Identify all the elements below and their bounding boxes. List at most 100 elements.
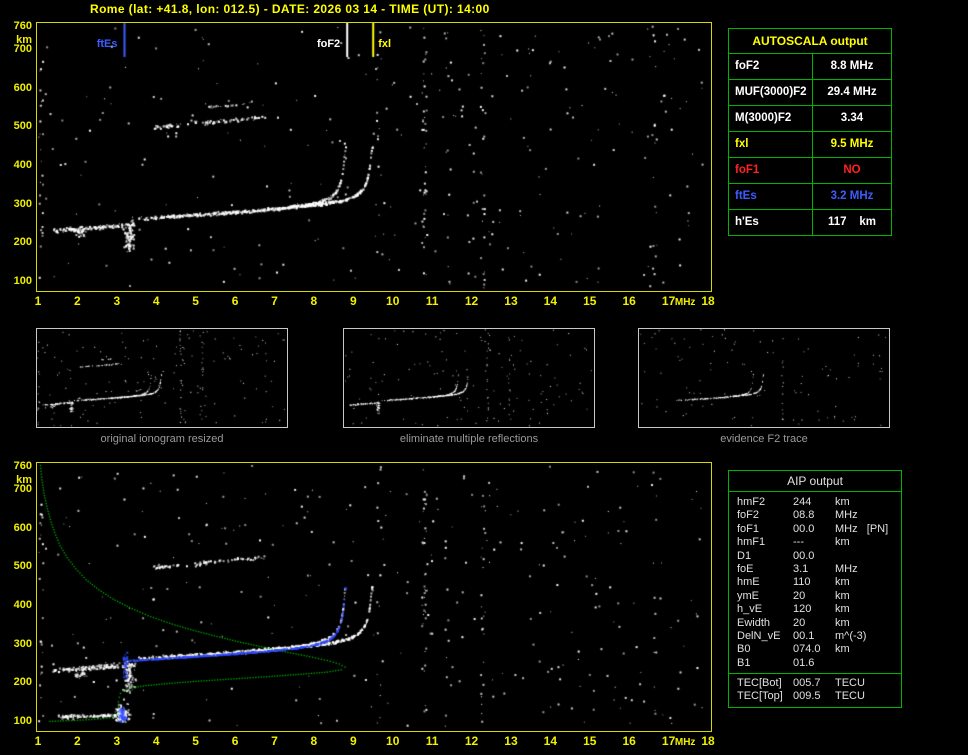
- autoscala-row-foF2: foF2 8.8 MHz: [729, 54, 891, 80]
- aip-row-unit: km: [835, 536, 850, 549]
- x-tick-label: 8: [310, 734, 318, 748]
- y-axis-unit-label: km: [16, 33, 32, 46]
- aip-row-Ewidth: Ewidth 20 km: [729, 617, 901, 630]
- aip-row-D1: D1 00.0: [729, 550, 901, 563]
- aip-row-label: hmE: [737, 576, 760, 589]
- autoscala-row-value: NO: [843, 164, 861, 176]
- aip-row-unit: km: [835, 643, 850, 656]
- autoscala-row-h'Es: h'Es 117 km: [729, 210, 891, 235]
- aip-row-value: 3.1: [793, 562, 809, 575]
- aip-row-label: foE: [737, 562, 754, 575]
- x-tick-label: 3: [113, 734, 121, 748]
- aip-row-label: D1: [737, 549, 752, 562]
- x-tick-label: 9: [349, 734, 357, 748]
- y-tick-label: 500: [13, 120, 32, 133]
- autoscala-row-value: 9.5 MHz: [830, 138, 874, 150]
- aip-row-label: Ewidth: [737, 616, 771, 629]
- autoscala-row-label: ftEs: [729, 184, 813, 209]
- aip-row-h_vE: h_vE 120 km: [729, 603, 901, 616]
- aip-row-B0: B0 074.0 km: [729, 643, 901, 656]
- aip-row-value: 00.0: [793, 549, 815, 562]
- y-tick-label: 300: [13, 637, 32, 650]
- x-tick-label: 4: [152, 294, 160, 308]
- x-tick-label: 10: [386, 294, 400, 308]
- aip-row-B1: B1 01.6: [729, 657, 901, 670]
- autoscala-row-MUF(3000)F2: MUF(3000)F2 29.4 MHz: [729, 80, 891, 106]
- aip-row-label: foF1: [737, 522, 760, 535]
- y-tick-label: 400: [13, 159, 32, 172]
- x-tick-label: 4: [152, 734, 160, 748]
- x-tick-label: 5: [192, 734, 199, 748]
- autoscala-application-window: { "header": { "title": "Rome (lat: +41.8…: [0, 0, 968, 755]
- y-tick-label: 760: [13, 19, 32, 32]
- aip-row-label: TEC[Top]: [737, 690, 783, 703]
- aip-row-value: 00.0: [793, 522, 815, 535]
- autoscala-row-value: 117 km: [828, 216, 876, 228]
- x-tick-label: 1: [34, 294, 42, 308]
- aip-row-value: 009.5: [793, 690, 821, 703]
- y-tick-label: 100: [13, 275, 32, 288]
- top-ionogram-plot: [36, 22, 712, 292]
- aip-row-DelN_vE: DelN_vE 00.1 m^(-3): [729, 630, 901, 643]
- thumbnail-original-ionogram: [36, 328, 288, 428]
- autoscala-row-ftEs: ftEs 3.2 MHz: [729, 184, 891, 210]
- marker-label-foF2: foF2: [316, 38, 341, 50]
- autoscala-row-label: h'Es: [729, 210, 813, 235]
- autoscala-panel-title: AUTOSCALA output: [729, 29, 891, 54]
- x-tick-label: 14: [543, 294, 558, 308]
- x-tick-label: 11: [425, 734, 439, 748]
- thumbnail-caption-f2-trace: evidence F2 trace: [720, 433, 808, 445]
- aip-output-panel: AIP output hmF2 244 km foF2 08.8 MHz foF1 00.0 M…: [728, 470, 902, 708]
- x-tick-label: 7: [271, 734, 278, 748]
- thumbnail-f2-trace: [638, 328, 890, 428]
- aip-row-value: 074.0: [793, 643, 821, 656]
- aip-row-unit: TECU: [835, 677, 865, 690]
- aip-row-label: foF2: [737, 509, 760, 522]
- y-tick-label: 200: [13, 236, 32, 249]
- aip-row-value: 244: [793, 496, 812, 508]
- aip-row-unit: km: [835, 576, 850, 589]
- x-tick-label: 11: [425, 294, 439, 308]
- aip-row-TEC[Top]: TEC[Top] 009.5 TECU: [729, 690, 901, 703]
- top-ionogram-canvas: [37, 23, 711, 291]
- autoscala-row-label: MUF(3000)F2: [729, 80, 813, 105]
- aip-row-unit: m^(-3): [835, 629, 867, 642]
- y-tick-label: 300: [13, 197, 32, 210]
- aip-row-value: 01.6: [793, 656, 815, 669]
- aip-panel-title: AIP output: [729, 471, 901, 492]
- autoscala-row-value: 8.8 MHz: [830, 60, 874, 72]
- x-tick-label: 6: [231, 294, 239, 308]
- autoscala-row-label: fxl: [729, 132, 813, 157]
- aip-row-hmF2: hmF2 244 km: [729, 496, 901, 509]
- autoscala-output-panel: AUTOSCALA output foF2 8.8 MHz MUF(3000)F2 2…: [728, 28, 892, 236]
- aip-row-foE: foE 3.1 MHz: [729, 563, 901, 576]
- x-tick-label: 9: [349, 294, 357, 308]
- x-axis-unit-label: MHz: [674, 297, 696, 308]
- x-tick-label: 12: [464, 294, 479, 308]
- aip-row-value: 005.7: [793, 677, 821, 690]
- aip-row-label: TEC[Bot]: [737, 677, 782, 690]
- y-axis-unit-label: km: [16, 473, 32, 486]
- x-tick-label: 16: [622, 734, 636, 748]
- aip-row-value: 20: [793, 589, 806, 602]
- aip-row-hmF1: hmF1 --- km: [729, 536, 901, 549]
- thumbnail-caption-no-multiples: eliminate multiple reflections: [399, 433, 539, 445]
- autoscala-row-value: 29.4 MHz: [827, 86, 877, 98]
- x-tick-label: 15: [583, 734, 597, 748]
- y-tick-label: 200: [13, 676, 32, 689]
- autoscala-row-label: foF1: [729, 158, 813, 183]
- x-tick-label: 5: [192, 294, 199, 308]
- thumbnail-f2-trace-canvas: [639, 329, 889, 427]
- aip-row-unit: [835, 657, 901, 670]
- thumbnail-original-canvas: [37, 329, 287, 427]
- x-tick-label: 6: [231, 734, 239, 748]
- aip-row-unit: km: [835, 496, 850, 508]
- x-tick-label: 2: [74, 294, 81, 308]
- x-tick-label: 16: [622, 294, 636, 308]
- x-tick-label: 8: [310, 294, 318, 308]
- thumbnail-no-multiples: [343, 328, 595, 428]
- autoscala-row-value: 3.2 MHz: [830, 190, 874, 202]
- x-tick-label: 2: [74, 734, 81, 748]
- x-axis-unit-label: MHz: [674, 737, 696, 748]
- y-tick-label: 400: [13, 599, 32, 612]
